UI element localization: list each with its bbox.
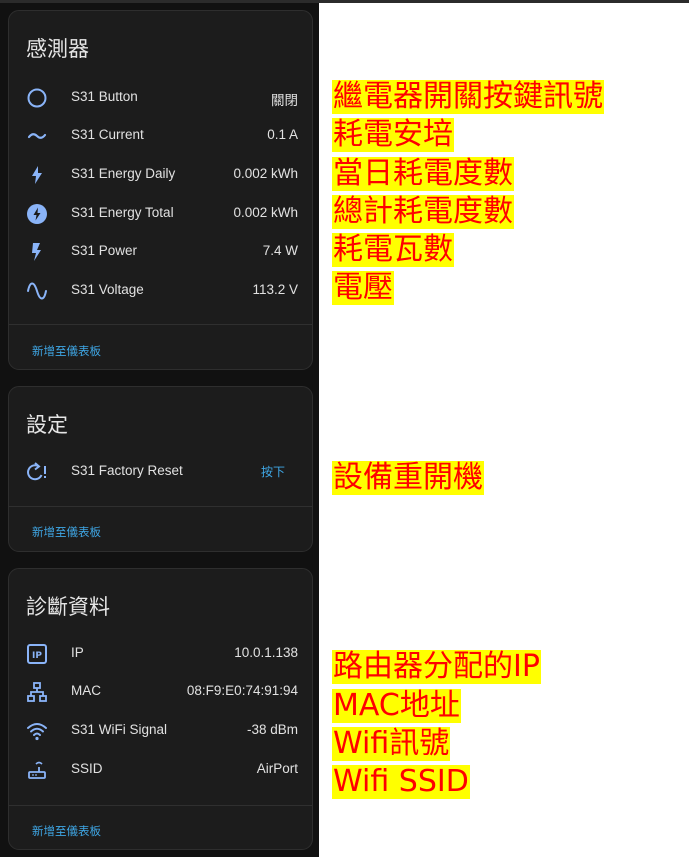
add-to-dashboard-link[interactable]: 新增至儀表板 [32, 524, 101, 540]
entity-state: 0.1 A [267, 127, 298, 142]
entity-row-wifi-signal[interactable]: S31 WiFi Signal -38 dBm [9, 713, 312, 749]
entity-row-ssid[interactable]: SSID AirPort [9, 752, 312, 788]
circle-outline-icon [25, 86, 49, 110]
entity-name: S31 Power [71, 243, 138, 258]
entity-state: 0.002 kWh [233, 205, 298, 220]
annotation-factory-reset: 設備重開機 [332, 460, 484, 495]
current-ac-icon [25, 124, 49, 148]
press-button[interactable]: 按下 [261, 463, 285, 480]
annotation-wifi-signal: Wifi訊號 [332, 726, 451, 761]
wifi-icon [25, 719, 49, 743]
card-divider [9, 805, 312, 806]
entity-state: 7.4 W [262, 243, 298, 258]
annotation-ssid: Wifi SSID [332, 764, 470, 799]
flash-icon [25, 240, 49, 264]
annotation-ip: 路由器分配的IP [332, 649, 541, 684]
annotation-power: 耗電瓦數 [332, 232, 454, 267]
entity-state: AirPort [256, 761, 298, 776]
entity-name: S31 Button [71, 89, 138, 104]
annotation-energy-daily: 當日耗電度數 [332, 156, 514, 191]
annotation-mac: MAC地址 [332, 688, 461, 723]
config-card: 設定 S31 Factory Reset 按下 新增至儀表板 [8, 386, 313, 552]
entity-row-ip[interactable]: IP IP 10.0.1.138 [9, 636, 312, 672]
entity-name: S31 Factory Reset [71, 463, 183, 478]
entity-name: S31 WiFi Signal [71, 722, 168, 737]
entity-row-voltage[interactable]: S31 Voltage 113.2 V [9, 273, 312, 309]
entity-name: S31 Energy Daily [71, 166, 176, 181]
card-divider [9, 324, 312, 325]
sine-wave-icon [25, 279, 49, 303]
annotation-energy-total: 總計耗電度數 [332, 194, 514, 229]
annotation-voltage: 電壓 [332, 270, 394, 305]
entity-row-power[interactable]: S31 Power 7.4 W [9, 234, 312, 270]
entity-name: SSID [71, 761, 103, 776]
entity-state: 10.0.1.138 [234, 645, 298, 660]
ip-icon: IP [25, 642, 49, 666]
card-divider [9, 506, 312, 507]
restart-alert-icon [25, 460, 49, 484]
device-entities-panel: 感測器 S31 Button 關閉 S31 Current 0.1 A S31 … [0, 3, 319, 857]
entity-state: 關閉 [271, 93, 298, 108]
entity-state: 113.2 V [252, 282, 298, 297]
entity-name: S31 Current [71, 127, 144, 142]
entity-name: IP [71, 645, 84, 660]
sensors-card-title: 感測器 [26, 37, 89, 61]
entity-row-factory-reset[interactable]: S31 Factory Reset 按下 [9, 454, 312, 490]
entity-row-energy-total[interactable]: S31 Energy Total 0.002 kWh [9, 196, 312, 232]
lightning-circle-icon [25, 202, 49, 226]
annotation-relay-button: 繼電器開關按鍵訊號 [332, 79, 604, 114]
add-to-dashboard-link[interactable]: 新增至儀表板 [32, 823, 101, 839]
entity-state: -38 dBm [246, 722, 298, 737]
router-wireless-icon [25, 758, 49, 782]
entity-state: 0.002 kWh [233, 166, 298, 181]
add-to-dashboard-link[interactable]: 新增至儀表板 [32, 343, 101, 359]
diagnostic-card: 診斷資料 IP IP 10.0.1.138 MAC 08:F9:E0:74:91… [8, 568, 313, 850]
entity-row-current[interactable]: S31 Current 0.1 A [9, 118, 312, 154]
entity-row-mac[interactable]: MAC 08:F9:E0:74:91:94 [9, 674, 312, 710]
entity-name: MAC [71, 683, 101, 698]
annotation-current: 耗電安培 [332, 117, 454, 152]
entity-row-button[interactable]: S31 Button 關閉 [9, 80, 312, 116]
lightning-bolt-icon [25, 163, 49, 187]
entity-name: S31 Energy Total [71, 205, 174, 220]
sensors-card: 感測器 S31 Button 關閉 S31 Current 0.1 A S31 … [8, 10, 313, 370]
entity-name: S31 Voltage [71, 282, 144, 297]
config-card-title: 設定 [26, 413, 68, 437]
network-icon [25, 680, 49, 704]
svg-text:IP: IP [32, 651, 42, 661]
entity-row-energy-daily[interactable]: S31 Energy Daily 0.002 kWh [9, 157, 312, 193]
entity-state: 08:F9:E0:74:91:94 [186, 683, 298, 698]
diagnostic-card-title: 診斷資料 [26, 595, 110, 619]
